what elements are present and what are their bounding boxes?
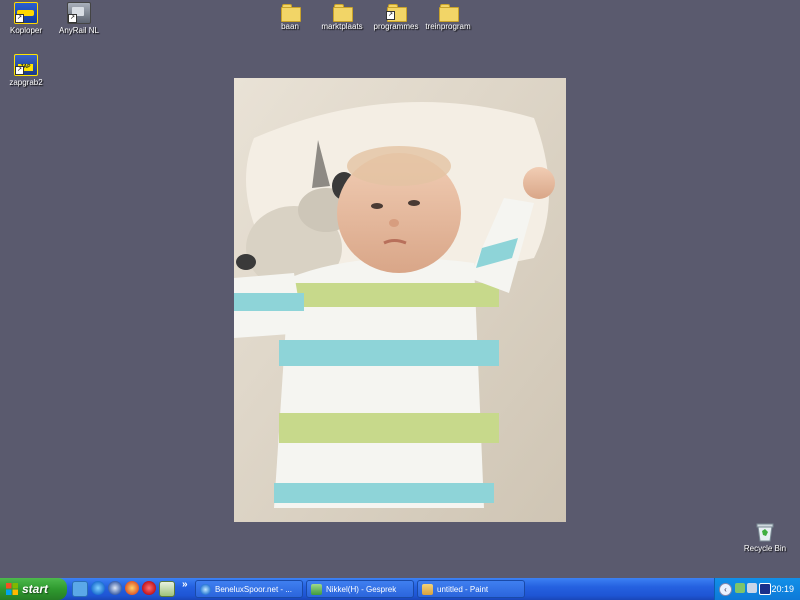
folder-icon (280, 4, 301, 22)
desktop-folder-treinprogram[interactable]: treinprogram (413, 4, 483, 31)
messenger-icon[interactable] (159, 581, 175, 597)
start-label: start (22, 582, 49, 596)
start-button[interactable]: start (0, 578, 67, 600)
folder-shortcut-icon: ↗ (386, 4, 407, 22)
wallpaper-photo-baby (234, 78, 566, 522)
task-label: Nikkel(H) - Gesprek (326, 585, 397, 594)
desktop-icon-label: baan (281, 22, 299, 31)
network-icon[interactable] (735, 583, 745, 593)
media-player-icon[interactable] (108, 581, 122, 595)
show-desktop-icon[interactable] (72, 581, 88, 597)
media-icon[interactable] (759, 583, 771, 595)
folder-icon (332, 4, 353, 22)
desktop-icon-label: AnyRail NL (58, 26, 99, 35)
internet-explorer-icon[interactable] (91, 581, 105, 595)
task-beneluxspoor[interactable]: BeneluxSpoor.net - ... (195, 580, 303, 598)
desktop-icon-label: programmes (373, 22, 419, 31)
quick-launch-chevron[interactable]: » (182, 579, 188, 590)
shortcut-arrow-icon: ↗ (68, 14, 77, 23)
windows-flag-icon (6, 583, 18, 595)
system-tray: ‹ 20:19 (714, 578, 800, 600)
shortcut-arrow-icon: ↗ (15, 66, 24, 75)
tray-expand-icon[interactable]: ‹ (719, 583, 732, 596)
taskbar: start » BeneluxSpoor.net - ... Nikkel(H)… (0, 578, 800, 600)
zapgrab-icon: ZAP ↗ (14, 54, 38, 76)
desktop-icon-label: treinprogram (425, 22, 471, 31)
volume-icon[interactable] (747, 583, 757, 593)
clock: 20:19 (771, 584, 794, 594)
task-nikkel-gesprek[interactable]: Nikkel(H) - Gesprek (306, 580, 414, 598)
desktop-icon-label: zapgrab2 (9, 78, 43, 87)
shortcut-arrow-icon: ↗ (386, 11, 395, 20)
firefox-icon[interactable] (125, 581, 139, 595)
anyrail-icon: ↗ (67, 2, 91, 24)
desktop-icon-anyrail[interactable]: ↗ AnyRail NL (44, 2, 114, 35)
internet-explorer-icon (200, 584, 211, 595)
quick-launch (72, 581, 175, 597)
paint-icon (422, 584, 433, 595)
desktop-icon-label: Koploper (9, 26, 43, 35)
folder-icon (438, 4, 459, 22)
desktop-icon-zapgrab2[interactable]: ZAP ↗ zapgrab2 (0, 54, 61, 87)
recycle-bin-icon (756, 522, 774, 542)
opera-icon[interactable] (142, 581, 156, 595)
task-label: BeneluxSpoor.net - ... (215, 585, 292, 594)
desktop: { "desktop": { "icons": [ {"label": "Kop… (0, 0, 800, 600)
task-label: untitled - Paint (437, 585, 489, 594)
msn-chat-icon (311, 584, 322, 595)
train-icon: ↗ (14, 2, 38, 24)
desktop-icon-label: marktplaats (321, 22, 363, 31)
desktop-icon-recycle-bin[interactable]: Recycle Bin (730, 522, 800, 553)
task-untitled-paint[interactable]: untitled - Paint (417, 580, 525, 598)
shortcut-arrow-icon: ↗ (15, 14, 24, 23)
desktop-icon-label: Recycle Bin (743, 544, 787, 553)
